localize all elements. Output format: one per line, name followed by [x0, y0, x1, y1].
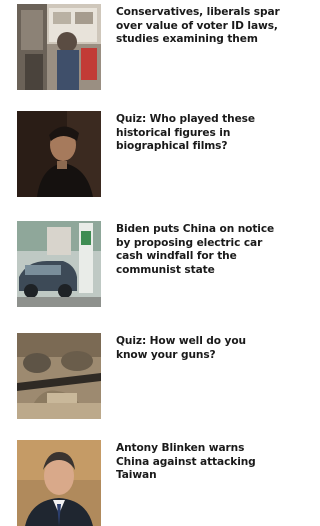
article-headline[interactable]: Quiz: How well do you know your guns?	[116, 335, 315, 362]
article-card-electric-car[interactable]: Biden puts China on notice by proposing …	[0, 221, 315, 307]
article-headline[interactable]: Biden puts China on notice by proposing …	[116, 223, 315, 277]
soldiers-with-guns-image	[17, 333, 101, 419]
article-headline[interactable]: Conservatives, liberals spar over value …	[116, 6, 315, 47]
article-headline[interactable]: Quiz: Who played these historical figure…	[116, 113, 315, 154]
antony-blinken-image	[17, 440, 101, 526]
article-thumbnail-blinken[interactable]	[17, 440, 101, 526]
article-thumbnail-biopic-quiz[interactable]	[17, 111, 101, 197]
article-card-blinken[interactable]: Antony Blinken warns China against attac…	[0, 440, 315, 526]
voting-booth-image	[17, 4, 101, 90]
article-thumbnail-electric-car[interactable]	[17, 221, 101, 307]
article-card-guns-quiz[interactable]: Quiz: How well do you know your guns?	[0, 333, 315, 419]
electric-car-image	[17, 221, 101, 307]
article-card-voter-id[interactable]: Conservatives, liberals spar over value …	[0, 4, 315, 90]
article-thumbnail-voter-id[interactable]	[17, 4, 101, 90]
article-card-biopic-quiz[interactable]: Quiz: Who played these historical figure…	[0, 111, 315, 197]
article-thumbnail-guns-quiz[interactable]	[17, 333, 101, 419]
related-articles-feed: Conservatives, liberals spar over value …	[0, 0, 315, 526]
article-headline[interactable]: Antony Blinken warns China against attac…	[116, 442, 315, 483]
film-actor-image	[17, 111, 101, 197]
